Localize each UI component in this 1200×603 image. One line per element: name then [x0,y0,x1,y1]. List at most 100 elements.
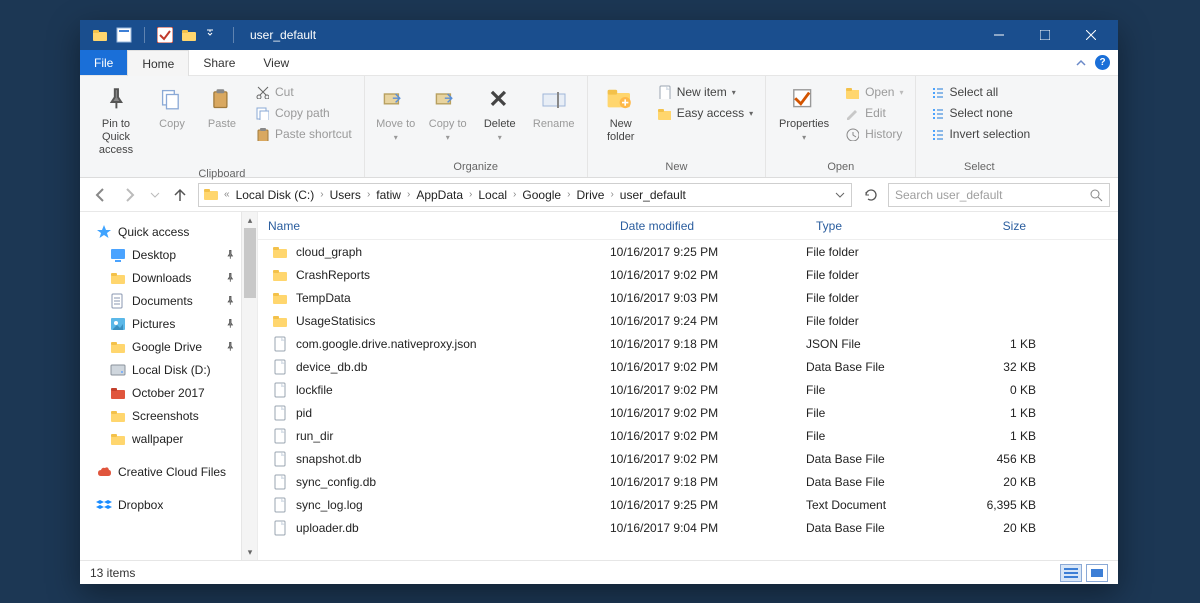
tab-home[interactable]: Home [127,50,189,76]
titlebar[interactable]: user_default [80,20,1118,50]
paste-shortcut-button[interactable]: Paste shortcut [250,124,356,144]
open-icon [845,85,859,99]
chevron-down-icon[interactable] [835,190,845,200]
column-headers[interactable]: Name Date modified Type Size [258,212,1118,240]
documents-icon [110,293,126,309]
col-type[interactable]: Type [806,219,936,233]
sidebar-item[interactable]: October 2017 [80,381,257,404]
cut-button[interactable]: Cut [250,82,356,102]
scroll-up-icon[interactable]: ▴ [242,212,258,228]
search-icon[interactable] [1089,188,1103,202]
copy-to-button[interactable]: Copy to▾ [425,80,471,147]
move-to-button[interactable]: Move to▾ [373,80,419,147]
invert-selection-button[interactable]: Invert selection [924,124,1034,144]
refresh-button[interactable] [858,183,882,207]
file-row[interactable]: lockfile10/16/2017 9:02 PMFile0 KB [258,378,1118,401]
maximize-button[interactable] [1022,20,1068,50]
help-button[interactable]: ? [1095,55,1110,70]
file-row[interactable]: UsageStatisics10/16/2017 9:24 PMFile fol… [258,309,1118,332]
file-date: 10/16/2017 9:25 PM [610,245,806,259]
ribbon-group-select: Select all Select none Invert selection … [916,76,1042,177]
sidebar-item[interactable]: wallpaper [80,427,257,450]
breadcrumb-segment[interactable]: Local Disk (C:) [231,188,320,202]
nav-up-button[interactable] [168,183,192,207]
file-row[interactable]: TempData10/16/2017 9:03 PMFile folder [258,286,1118,309]
file-row[interactable]: cloud_graph10/16/2017 9:25 PMFile folder [258,240,1118,263]
file-row[interactable]: device_db.db10/16/2017 9:02 PMData Base … [258,355,1118,378]
new-folder-button[interactable]: New folder [596,80,646,148]
breadcrumb-segment[interactable]: Local [473,188,512,202]
sidebar-creative-cloud[interactable]: Creative Cloud Files [80,460,257,483]
file-row[interactable]: sync_config.db10/16/2017 9:18 PMData Bas… [258,470,1118,493]
search-box[interactable] [888,183,1110,207]
tab-file[interactable]: File [80,50,127,75]
properties-button[interactable]: Properties▾ [774,80,834,147]
col-size[interactable]: Size [936,219,1036,233]
select-none-button[interactable]: Select none [924,103,1034,123]
file-row[interactable]: com.google.drive.nativeproxy.json10/16/2… [258,332,1118,355]
collapse-ribbon-icon[interactable] [1075,57,1087,69]
tab-share[interactable]: Share [189,50,249,75]
paste-button[interactable]: Paste [200,80,244,135]
sidebar-item[interactable]: Documents [80,289,257,312]
qat-dropdown-icon[interactable] [205,27,221,43]
new-item-button[interactable]: New item ▾ [652,82,757,102]
breadcrumb-segment[interactable]: user_default [615,188,691,202]
sidebar-item[interactable]: Google Drive [80,335,257,358]
sidebar-item-label: Screenshots [132,409,199,423]
col-name[interactable]: Name [258,219,610,233]
sidebar-item[interactable]: Desktop [80,243,257,266]
file-row[interactable]: pid10/16/2017 9:02 PMFile1 KB [258,401,1118,424]
nav-back-button[interactable] [88,183,112,207]
tab-view[interactable]: View [249,50,303,75]
sidebar-dropbox[interactable]: Dropbox [80,493,257,516]
open-button[interactable]: Open ▾ [840,82,907,102]
nav-forward-button[interactable] [118,183,142,207]
close-button[interactable] [1068,20,1114,50]
copy-button[interactable]: Copy [150,80,194,135]
select-all-button[interactable]: Select all [924,82,1034,102]
history-button[interactable]: History [840,124,907,144]
file-row[interactable]: sync_log.log10/16/2017 9:25 PMText Docum… [258,493,1118,516]
properties-icon[interactable] [116,27,132,43]
scroll-thumb[interactable] [244,228,256,298]
delete-button[interactable]: Delete▾ [477,80,523,147]
details-view-button[interactable] [1060,564,1082,582]
rename-button[interactable]: Rename [529,80,579,135]
checked-icon[interactable] [157,27,173,43]
breadcrumb-segment[interactable]: Drive [571,188,609,202]
pictures-icon [110,316,126,332]
file-size: 32 KB [936,360,1036,374]
sidebar-quick-access[interactable]: Quick access [80,220,257,243]
sidebar-item[interactable]: Screenshots [80,404,257,427]
item-count: 13 items [90,566,135,580]
breadcrumb-segment[interactable]: fatiw [371,188,406,202]
sidebar-item[interactable]: Pictures [80,312,257,335]
edit-button[interactable]: Edit [840,103,907,123]
easy-access-button[interactable]: Easy access ▾ [652,103,757,123]
large-icons-view-button[interactable] [1086,564,1108,582]
folder-icon[interactable] [181,27,197,43]
status-bar: 13 items [80,560,1118,584]
select-none-icon [929,106,943,120]
file-row[interactable]: run_dir10/16/2017 9:02 PMFile1 KB [258,424,1118,447]
copy-path-button[interactable]: Copy path [250,103,356,123]
nav-recent-button[interactable] [148,183,162,207]
breadcrumb-segment[interactable]: Google [517,188,566,202]
minimize-button[interactable] [976,20,1022,50]
breadcrumb-chevron[interactable]: « [223,189,231,200]
file-row[interactable]: CrashReports10/16/2017 9:02 PMFile folde… [258,263,1118,286]
file-date: 10/16/2017 9:02 PM [610,383,806,397]
breadcrumb[interactable]: « Local Disk (C:)›Users›fatiw›AppData›Lo… [198,183,852,207]
sidebar-scrollbar[interactable]: ▴ ▾ [241,212,257,560]
col-date[interactable]: Date modified [610,219,806,233]
sidebar-item[interactable]: Local Disk (D:) [80,358,257,381]
search-input[interactable] [895,188,1089,202]
breadcrumb-segment[interactable]: AppData [411,188,468,202]
file-row[interactable]: snapshot.db10/16/2017 9:02 PMData Base F… [258,447,1118,470]
scroll-down-icon[interactable]: ▾ [242,544,258,560]
breadcrumb-segment[interactable]: Users [325,188,366,202]
file-row[interactable]: uploader.db10/16/2017 9:04 PMData Base F… [258,516,1118,539]
pin-to-quick-access-button[interactable]: Pin to Quick access [88,80,144,162]
sidebar-item[interactable]: Downloads [80,266,257,289]
